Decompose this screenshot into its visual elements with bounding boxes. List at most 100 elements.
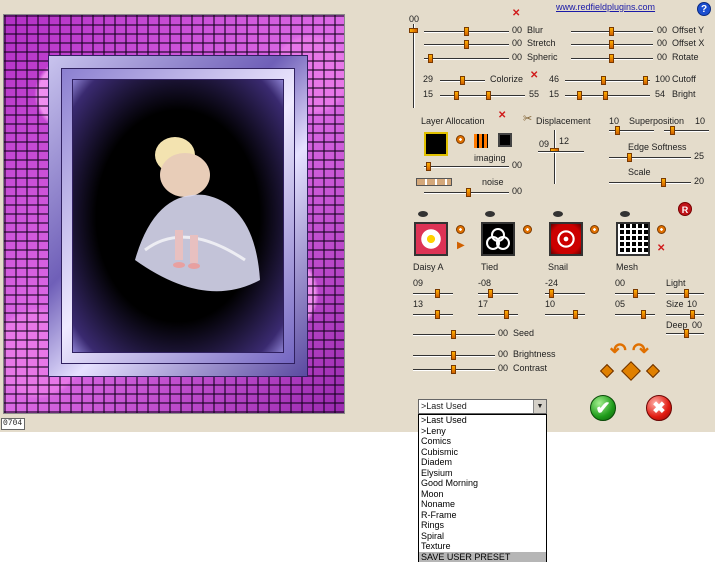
deep-thumb[interactable] xyxy=(684,329,689,338)
preset-option[interactable]: >Leny xyxy=(419,426,546,437)
cutoff-thumb-left[interactable] xyxy=(601,76,606,85)
preset-select[interactable]: >Last Used ▼ xyxy=(418,399,547,414)
ok-button[interactable]: ✔ xyxy=(590,395,616,421)
cutoff-slider[interactable] xyxy=(565,76,650,85)
displacement-hslider[interactable] xyxy=(538,151,584,153)
offset-x-thumb[interactable] xyxy=(609,40,614,49)
noise-swatch-icon[interactable] xyxy=(416,178,452,186)
size-slider[interactable] xyxy=(666,310,704,319)
pattern-row1-thumb-3[interactable] xyxy=(633,289,638,298)
mesh-x-icon[interactable]: ✕ xyxy=(657,243,665,254)
colorize-range-thumb-right[interactable] xyxy=(486,91,491,100)
light-thumb[interactable] xyxy=(684,289,689,298)
stretch-slider[interactable] xyxy=(424,40,509,49)
pattern-row2-slider-3[interactable] xyxy=(615,310,655,319)
edge-softness-thumb[interactable] xyxy=(627,153,632,162)
preset-option[interactable]: Elysium xyxy=(419,468,546,479)
brightness-slider[interactable] xyxy=(413,351,495,360)
rotate-thumb[interactable] xyxy=(609,54,614,63)
bright-thumb-right[interactable] xyxy=(603,91,608,100)
preset-option[interactable]: >Last Used xyxy=(419,415,546,426)
superposition-slider-right[interactable] xyxy=(664,126,709,135)
preset-option[interactable]: Noname xyxy=(419,499,546,510)
master-vslider-thumb[interactable] xyxy=(409,28,418,33)
pattern-row2-slider-2[interactable] xyxy=(545,310,585,319)
spheric-slider[interactable] xyxy=(424,54,509,63)
save-user-preset-option[interactable]: SAVE USER PRESET xyxy=(419,551,546,562)
superposition-thumb-right[interactable] xyxy=(670,126,675,135)
pattern-row1-slider-2[interactable] xyxy=(545,289,585,298)
pattern-row2-slider-0[interactable] xyxy=(413,310,453,319)
cutoff-thumb-right[interactable] xyxy=(643,76,648,85)
daisy-cycle-icon[interactable] xyxy=(456,225,465,234)
help-button[interactable]: ? xyxy=(697,2,711,16)
reset-colorize-x-icon[interactable]: ✕ xyxy=(530,70,538,81)
pattern-row2-thumb-2[interactable] xyxy=(573,310,578,319)
seed-slider[interactable] xyxy=(413,330,495,339)
scale-slider[interactable] xyxy=(609,178,691,187)
size-thumb[interactable] xyxy=(690,310,695,319)
blur-slider[interactable] xyxy=(424,27,509,36)
stretch-thumb[interactable] xyxy=(464,40,469,49)
preset-option[interactable]: Spiral xyxy=(419,531,546,542)
contrast-slider[interactable] xyxy=(413,365,495,374)
edge-softness-slider[interactable] xyxy=(609,153,691,162)
random-button[interactable]: R xyxy=(678,202,692,216)
rotate-left-icon[interactable]: ↶ xyxy=(610,338,627,363)
scissors-icon[interactable]: ✂ xyxy=(523,112,532,125)
imaging-thumb[interactable] xyxy=(426,162,431,171)
snail-cycle-icon[interactable] xyxy=(590,225,599,234)
offset-y-thumb[interactable] xyxy=(609,27,614,36)
mesh-icon[interactable] xyxy=(616,222,650,256)
deep-slider[interactable] xyxy=(666,329,704,338)
daisy-play-icon[interactable]: ▶ xyxy=(457,240,465,251)
contrast-thumb[interactable] xyxy=(451,365,456,374)
pattern-row2-thumb-0[interactable] xyxy=(435,310,440,319)
seed-thumb[interactable] xyxy=(451,330,456,339)
chevron-down-icon[interactable]: ▼ xyxy=(533,400,546,413)
displacement-vslider[interactable] xyxy=(550,130,559,184)
pattern-row2-thumb-3[interactable] xyxy=(641,310,646,319)
spiral-icon[interactable] xyxy=(549,222,583,256)
offset-y-slider[interactable] xyxy=(571,27,653,36)
reset-layer-x-icon[interactable]: ✕ xyxy=(498,110,506,121)
pattern-row1-slider-3[interactable] xyxy=(615,289,655,298)
colorize-range-slider[interactable] xyxy=(440,91,525,100)
eye-icon-daisy[interactable] xyxy=(418,211,428,217)
noise-slider[interactable] xyxy=(424,188,509,197)
colorize-range-thumb-left[interactable] xyxy=(454,91,459,100)
bright-thumb-left[interactable] xyxy=(577,91,582,100)
offset-x-slider[interactable] xyxy=(571,40,653,49)
blur-thumb[interactable] xyxy=(464,27,469,36)
preset-option[interactable]: R-Frame xyxy=(419,510,546,521)
preset-option[interactable]: Cubismic xyxy=(419,447,546,458)
brightness-thumb[interactable] xyxy=(451,351,456,360)
preset-option[interactable]: Comics xyxy=(419,436,546,447)
superposition-slider-left[interactable] xyxy=(609,126,654,135)
pattern-row1-thumb-1[interactable] xyxy=(488,289,493,298)
daisy-icon[interactable] xyxy=(414,222,448,256)
preset-option[interactable]: Rings xyxy=(419,520,546,531)
spheric-thumb[interactable] xyxy=(428,54,433,63)
eye-icon-tied[interactable] xyxy=(485,211,495,217)
eye-icon-mesh[interactable] xyxy=(620,211,630,217)
colorize-slider[interactable] xyxy=(440,76,485,85)
layer-texture-icon[interactable] xyxy=(424,132,448,156)
pattern-row2-thumb-1[interactable] xyxy=(504,310,509,319)
mesh-cycle-icon[interactable] xyxy=(657,225,666,234)
master-vslider[interactable] xyxy=(409,24,418,108)
preset-option[interactable]: Good Morning xyxy=(419,478,546,489)
tied-cycle-icon[interactable] xyxy=(523,225,532,234)
imaging-slider[interactable] xyxy=(424,162,509,171)
dots-grid-icon[interactable] xyxy=(474,134,488,148)
bright-slider[interactable] xyxy=(565,91,650,100)
pattern-row2-slider-1[interactable] xyxy=(478,310,518,319)
preset-option[interactable]: Moon xyxy=(419,489,546,500)
reset-top-x-icon[interactable]: ✕ xyxy=(512,8,520,19)
colorize-thumb[interactable] xyxy=(460,76,465,85)
cancel-button[interactable]: ✖ xyxy=(646,395,672,421)
layer-cycle-icon[interactable] xyxy=(456,135,465,144)
eye-icon-snail[interactable] xyxy=(553,211,563,217)
rotate-slider[interactable] xyxy=(571,54,653,63)
scale-thumb[interactable] xyxy=(661,178,666,187)
